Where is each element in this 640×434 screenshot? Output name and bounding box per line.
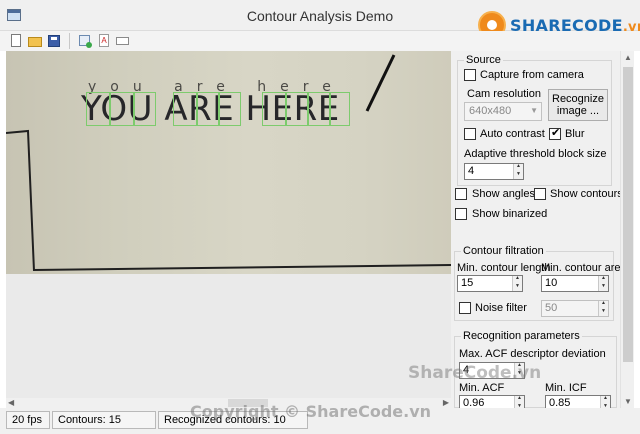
contour-box xyxy=(86,92,110,126)
scroll-left-icon[interactable]: ◀ xyxy=(8,398,14,407)
contour-box xyxy=(197,92,219,126)
min-length-spinner[interactable] xyxy=(512,275,522,291)
noise-filter-spinner[interactable] xyxy=(598,300,608,316)
title-bar: Contour Analysis Demo SHARECODE.vn xyxy=(0,0,640,39)
settings-panel: Source Capture from camera Cam resolutio… xyxy=(451,51,627,409)
recognize-image-button[interactable]: Recognize image ... xyxy=(548,89,608,121)
scroll-down-icon[interactable]: ▼ xyxy=(624,397,632,406)
contours-status: Contours: 15 xyxy=(52,411,156,429)
min-acf-input[interactable]: 0.96 xyxy=(459,395,525,409)
contour-box xyxy=(219,92,241,126)
window-icon[interactable] xyxy=(115,33,131,49)
noise-filter-label: Noise filter xyxy=(475,302,527,314)
show-angles-label: Show angles xyxy=(472,188,535,200)
blur-label: Blur xyxy=(565,128,585,140)
recognition-params-title: Recognition parameters xyxy=(461,330,582,342)
show-binarized-label: Show binarized xyxy=(472,208,548,220)
open-folder-icon[interactable] xyxy=(27,33,43,49)
save-icon[interactable] xyxy=(46,33,62,49)
contour-box xyxy=(286,92,308,126)
watermark-center: ShareCode.vn xyxy=(408,363,542,383)
auto-contrast-checkbox[interactable] xyxy=(464,128,476,140)
noise-filter-checkbox[interactable] xyxy=(459,302,471,314)
add-template-icon[interactable] xyxy=(77,33,93,49)
min-acf-label: Min. ACF xyxy=(459,382,505,394)
min-icf-input[interactable]: 0.85 xyxy=(545,395,611,409)
min-area-label: Min. contour area xyxy=(541,262,627,274)
contour-filtration-title: Contour filtration xyxy=(461,245,546,257)
min-area-value: 10 xyxy=(545,277,558,289)
threshold-value: 4 xyxy=(468,165,475,177)
noise-filter-input[interactable]: 50 xyxy=(541,300,609,317)
contour-box xyxy=(308,92,330,126)
threshold-spinner[interactable] xyxy=(513,163,523,179)
vertical-scroll-thumb[interactable] xyxy=(623,67,633,362)
min-icf-spinner[interactable] xyxy=(600,395,610,409)
max-acf-label: Max. ACF descriptor deviation xyxy=(459,348,606,360)
threshold-input[interactable]: 4 xyxy=(464,163,524,180)
threshold-label: Adaptive threshold block size xyxy=(464,148,607,160)
min-length-label: Min. contour length xyxy=(457,262,551,274)
contour-box xyxy=(110,92,134,126)
show-contours-label: Show contours xyxy=(550,188,623,200)
chevron-down-icon: ▼ xyxy=(530,106,538,115)
min-icf-label: Min. ICF xyxy=(545,382,587,394)
image-viewer[interactable]: you are here YOU ARE HERE xyxy=(6,51,451,398)
scroll-up-icon[interactable]: ▲ xyxy=(624,53,632,62)
min-length-value: 15 xyxy=(461,277,474,289)
min-acf-spinner[interactable] xyxy=(514,395,524,409)
show-angles-checkbox[interactable] xyxy=(455,188,467,200)
min-length-input[interactable]: 15 xyxy=(457,275,523,292)
show-binarized-checkbox[interactable] xyxy=(455,208,467,220)
contour-box xyxy=(173,92,197,126)
toolbar-separator xyxy=(69,33,70,49)
scroll-right-icon[interactable]: ▶ xyxy=(443,398,449,407)
contour-box xyxy=(134,92,156,126)
vertical-scrollbar[interactable]: ▲ ▼ xyxy=(620,51,634,408)
blur-checkbox[interactable] xyxy=(549,126,561,140)
contour-box xyxy=(262,92,286,126)
cam-resolution-label: Cam resolution xyxy=(467,88,541,100)
new-file-icon[interactable] xyxy=(8,33,24,49)
capture-camera-checkbox[interactable] xyxy=(464,69,476,81)
cam-resolution-value: 640x480 xyxy=(469,105,512,117)
text-template-icon[interactable]: A xyxy=(96,33,112,49)
camera-image: you are here YOU ARE HERE xyxy=(6,51,451,274)
min-area-input[interactable]: 10 xyxy=(541,275,609,292)
contour-box xyxy=(330,92,350,126)
source-group-title: Source xyxy=(464,54,503,66)
auto-contrast-label: Auto contrast xyxy=(480,128,545,140)
fps-status: 20 fps xyxy=(6,411,50,429)
noise-filter-value: 50 xyxy=(545,302,558,314)
source-group: Source Capture from camera Cam resolutio… xyxy=(457,54,612,186)
min-area-spinner[interactable] xyxy=(598,275,608,291)
show-contours-checkbox[interactable] xyxy=(534,188,546,200)
contour-filtration-group: Contour filtration Min. contour length M… xyxy=(454,245,627,321)
cam-resolution-select[interactable]: 640x480 ▼ xyxy=(464,102,542,121)
capture-camera-label: Capture from camera xyxy=(480,69,584,81)
watermark-copyright: Copyright © ShareCode.vn xyxy=(190,402,432,421)
toolbar: A xyxy=(0,31,640,51)
